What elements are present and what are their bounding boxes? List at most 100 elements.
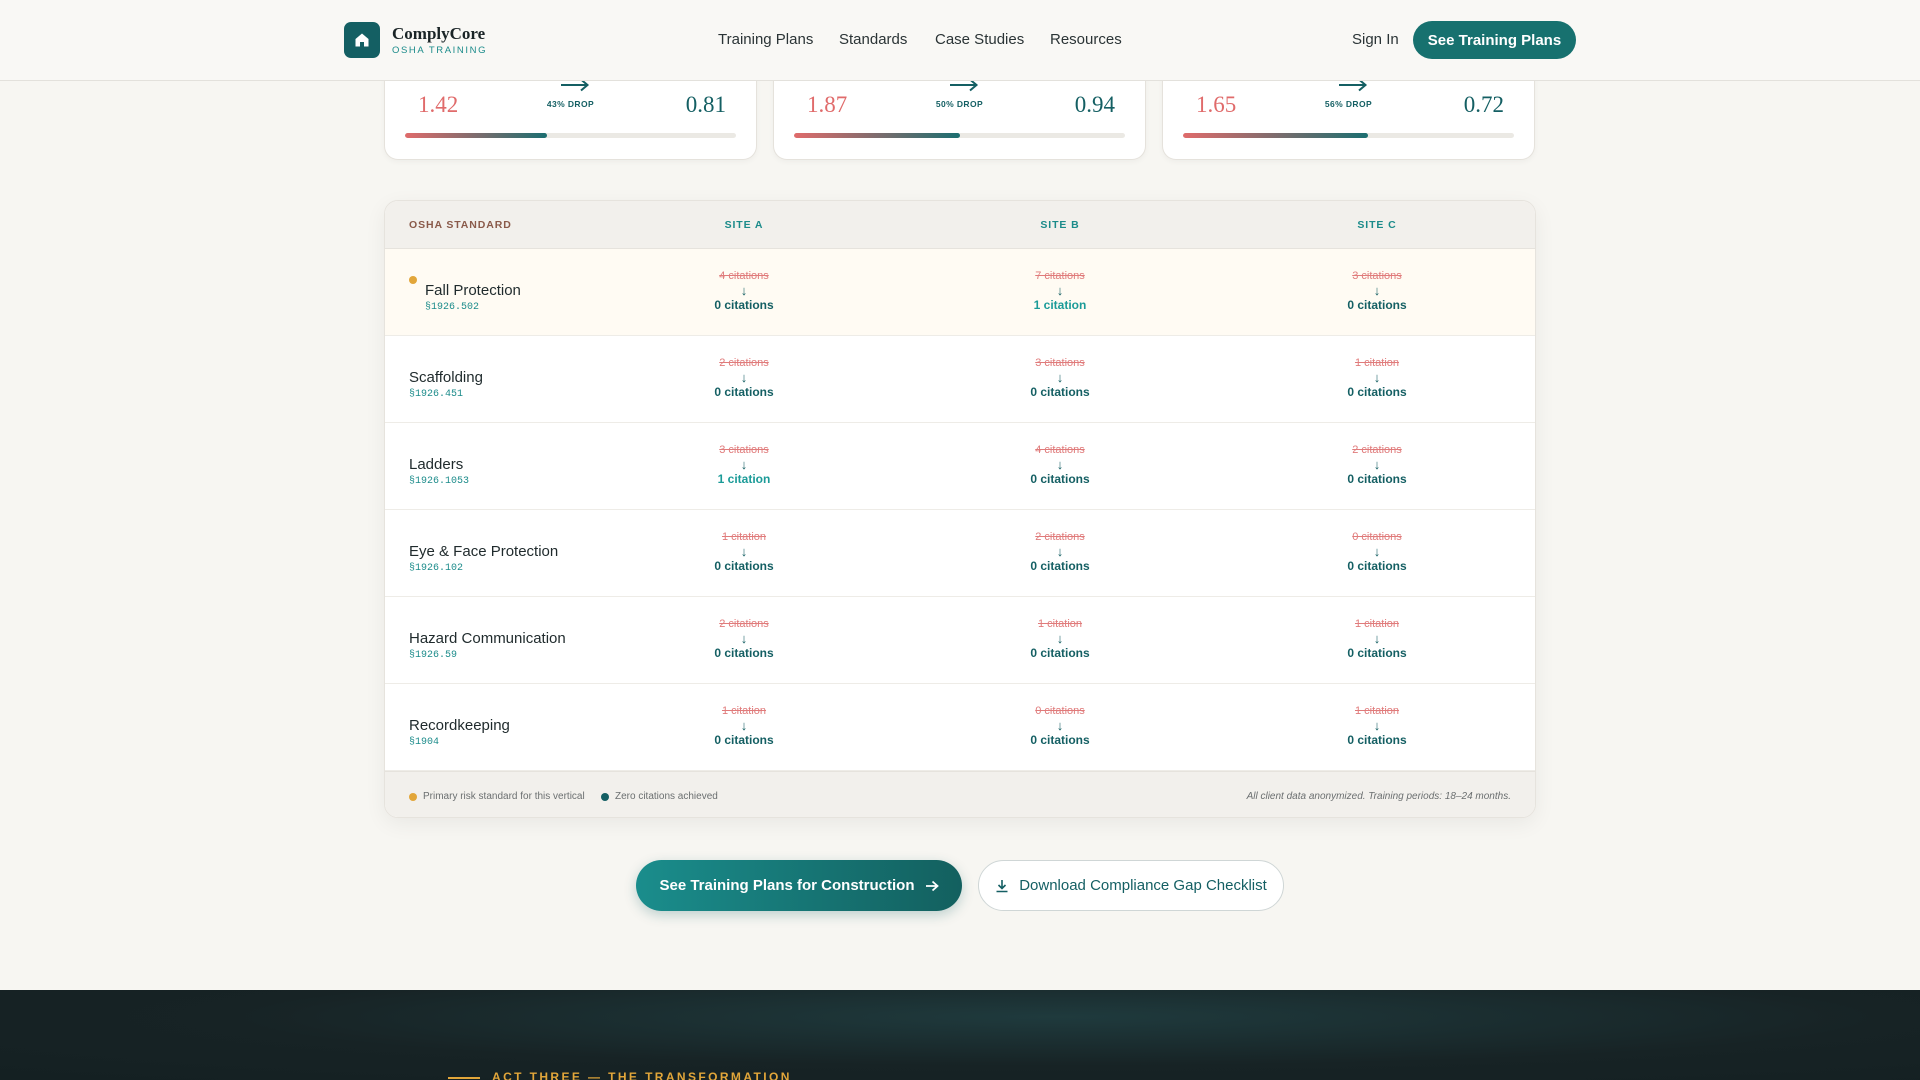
arrow-down-icon: ↓ [1056,631,1064,646]
arrow-down-icon: ↓ [1373,370,1381,385]
transformation-section: ACT THREE — THE TRANSFORMATION [0,990,1920,1080]
column-header-site-a: SITE A [724,219,764,231]
arrow-down-icon: ↓ [1373,631,1381,646]
citations-after: 0 citations [714,559,774,573]
citations-after: 0 citations [714,298,774,312]
standard-name: Fall Protection [425,282,521,299]
arrow-down-icon: ↓ [740,718,748,733]
citations-before: 2 citations [719,618,769,630]
gold-dot-icon [409,792,417,801]
citation-cell: 1 citation ↓ 0 citations [644,704,844,748]
table-row: Scaffolding §1926.451 2 citations ↓ 0 citati… [385,336,1535,423]
citation-cell: 2 citations ↓ 0 citations [644,356,844,400]
citations-before: 4 citations [1035,444,1085,456]
citations-before: 2 citations [1352,444,1402,456]
site-header: ComplyCore OSHA TRAINING Training Plans … [0,0,1920,81]
standard-code: §1926.451 [409,389,464,400]
citations-after: 1 citation [717,472,771,486]
citation-cell: 1 citation ↓ 0 citations [1277,617,1477,661]
citations-after: 0 citations [1347,646,1407,660]
citations-before: 3 citations [1035,357,1085,369]
nav-resources[interactable]: Resources [1050,31,1122,48]
see-training-plans-button[interactable]: See Training Plans [1413,21,1576,59]
rate-after: 0.94 [1074,92,1115,117]
citations-after: 0 citations [1347,559,1407,573]
citations-before: 1 citation [721,531,767,543]
citation-cell: 1 citation ↓ 0 citations [960,617,1160,661]
citation-cell: 2 citations ↓ 0 citations [960,530,1160,574]
standard-code: §1926.1053 [409,476,470,487]
citation-cell: 3 citations ↓ 0 citations [960,356,1160,400]
citations-after: 0 citations [1030,385,1090,399]
legend-zero: Zero citations achieved [601,791,718,802]
progress-fill [405,133,548,138]
arrow-down-icon: ↓ [1056,718,1064,733]
arrow-down-icon: ↓ [1056,370,1064,385]
home-icon[interactable] [344,22,380,58]
section-accent-line [448,1077,480,1079]
arrow-right-icon [925,880,939,892]
citations-after: 0 citations [1347,733,1407,747]
standard-code: §1904 [409,737,440,748]
citations-after: 0 citations [1030,646,1090,660]
standard-code: §1926.102 [409,563,464,574]
primary-risk-dot-icon [409,276,417,284]
citations-before: 2 citations [1035,531,1085,543]
table-header: OSHA STANDARD SITE A SITE B SITE C [385,201,1535,249]
arrow-down-icon: ↓ [740,631,748,646]
citations-after: 1 citation [1033,298,1087,312]
brand-name[interactable]: ComplyCore [392,24,485,44]
nav-case-studies[interactable]: Case Studies [935,31,1024,48]
brand-subtitle: OSHA TRAINING [392,45,488,56]
citations-before: 7 citations [1035,270,1085,282]
arrow-down-icon: ↓ [1056,457,1064,472]
see-training-plans-construction-button[interactable]: See Training Plans for Construction [636,860,962,911]
citation-cell: 1 citation ↓ 0 citations [1277,704,1477,748]
table-footer: Primary risk standard for this vertical … [385,771,1535,817]
citations-before: 1 citation [1354,357,1400,369]
arrow-down-icon: ↓ [1056,283,1064,298]
citations-after: 0 citations [1347,385,1407,399]
citations-after: 0 citations [1347,298,1407,312]
nav-training-plans[interactable]: Training Plans [718,31,813,48]
citations-before: 4 citations [719,270,769,282]
progress-fill [794,133,960,138]
citation-cell: 3 citations ↓ 0 citations [1277,269,1477,313]
citations-after: 0 citations [1030,733,1090,747]
citation-cell: 1 citation ↓ 0 citations [644,530,844,574]
download-icon [995,879,1009,893]
standard-code: §1926.502 [425,302,480,313]
standard-name: Scaffolding [409,369,483,386]
citations-after: 0 citations [1030,472,1090,486]
citations-before: 0 citations [1352,531,1402,543]
teal-dot-icon [601,792,609,801]
citation-cell: 4 citations ↓ 0 citations [644,269,844,313]
table-row: Ladders §1926.1053 3 citations ↓ 1 citation 4… [385,423,1535,510]
sign-in-link[interactable]: Sign In [1352,31,1399,48]
standard-name: Eye & Face Protection [409,543,559,560]
download-checklist-button[interactable]: Download Compliance Gap Checklist [978,860,1284,911]
section-eyebrow: ACT THREE — THE TRANSFORMATION [492,1070,792,1080]
citations-after: 0 citations [714,385,774,399]
arrow-down-icon: ↓ [1373,283,1381,298]
citations-before: 0 citations [1035,705,1085,717]
citation-cell: 0 citations ↓ 0 citations [1277,530,1477,574]
citation-cell: 1 citation ↓ 0 citations [1277,356,1477,400]
standard-name: Hazard Communication [409,630,566,647]
legend-zero-label: Zero citations achieved [615,791,718,802]
standard-name: Ladders [409,456,464,473]
nav-standards[interactable]: Standards [839,31,907,48]
citations-after: 0 citations [714,646,774,660]
citations-after: 0 citations [714,733,774,747]
table-row: Recordkeeping §1904 1 citation ↓ 0 citations… [385,684,1535,771]
secondary-cta-label: Download Compliance Gap Checklist [1019,877,1267,894]
progress-track [1183,133,1514,138]
standard-name: Recordkeeping [409,717,510,734]
citation-cell: 2 citations ↓ 0 citations [644,617,844,661]
citations-before: 3 citations [719,444,769,456]
citations-after: 0 citations [1347,472,1407,486]
progress-track [405,133,736,138]
arrow-down-icon: ↓ [740,457,748,472]
data-disclaimer: All client data anonymized. Training per… [1246,791,1511,802]
table-row: Eye & Face Protection §1926.102 1 citation… [385,510,1535,597]
